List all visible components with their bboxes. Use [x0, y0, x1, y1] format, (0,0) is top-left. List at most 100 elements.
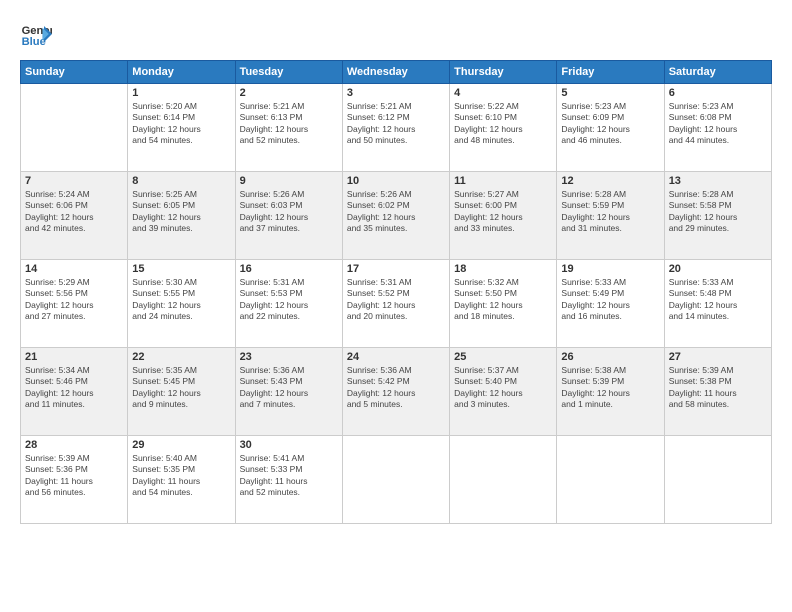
week-row-2: 7Sunrise: 5:24 AMSunset: 6:06 PMDaylight… — [21, 172, 772, 260]
day-number: 21 — [25, 351, 123, 363]
calendar-cell: 29Sunrise: 5:40 AMSunset: 5:35 PMDayligh… — [128, 436, 235, 524]
day-number: 3 — [347, 87, 445, 99]
day-number: 16 — [240, 263, 338, 275]
logo-icon: General Blue — [20, 18, 52, 50]
day-info: Sunrise: 5:31 AMSunset: 5:53 PMDaylight:… — [240, 277, 338, 323]
day-info: Sunrise: 5:40 AMSunset: 5:35 PMDaylight:… — [132, 453, 230, 499]
calendar-cell: 9 Sunrise: 5:26 AMSunset: 6:03 PMDaylight… — [235, 172, 342, 260]
week-row-4: 21 Sunrise: 5:34 AMSunset: 5:46 PMDayligh… — [21, 348, 772, 436]
week-row-1: 1 Sunrise: 5:20 AMSunset: 6:14 PMDaylight… — [21, 84, 772, 172]
day-number: 6 — [669, 87, 767, 99]
day-number: 7 — [25, 175, 123, 187]
day-info: Sunrise: 5:23 AMSunset: 6:08 PMDaylight:… — [669, 101, 767, 147]
day-info: Sunrise: 5:33 AMSunset: 5:49 PMDaylight:… — [561, 277, 659, 323]
day-info: Sunrise: 5:28 AMSunset: 5:58 PMDaylight:… — [669, 189, 767, 235]
logo: General Blue — [20, 18, 52, 50]
day-number: 14 — [25, 263, 123, 275]
day-info: Sunrise: 5:26 AMSunset: 6:03 PMDaylight:… — [240, 189, 338, 235]
calendar-cell: 1 Sunrise: 5:20 AMSunset: 6:14 PMDaylight… — [128, 84, 235, 172]
day-number: 4 — [454, 87, 552, 99]
day-info: Sunrise: 5:39 AMSunset: 5:38 PMDaylight:… — [669, 365, 767, 411]
day-info: Sunrise: 5:32 AMSunset: 5:50 PMDaylight:… — [454, 277, 552, 323]
day-number: 17 — [347, 263, 445, 275]
calendar-cell: 30 Sunrise: 5:41 AMSunset: 5:33 PMDayligh… — [235, 436, 342, 524]
day-info: Sunrise: 5:20 AMSunset: 6:14 PMDaylight:… — [132, 101, 230, 147]
calendar-cell: 20 Sunrise: 5:33 AMSunset: 5:48 PMDayligh… — [664, 260, 771, 348]
day-info: Sunrise: 5:35 AMSunset: 5:45 PMDaylight:… — [132, 365, 230, 411]
svg-text:Blue: Blue — [22, 36, 46, 48]
calendar-cell: 11Sunrise: 5:27 AMSunset: 6:00 PMDayligh… — [450, 172, 557, 260]
week-row-5: 28 Sunrise: 5:39 AMSunset: 5:36 PMDayligh… — [21, 436, 772, 524]
calendar-cell — [342, 436, 449, 524]
calendar-cell: 12 Sunrise: 5:28 AMSunset: 5:59 PMDayligh… — [557, 172, 664, 260]
calendar-cell: 13 Sunrise: 5:28 AMSunset: 5:58 PMDayligh… — [664, 172, 771, 260]
day-info: Sunrise: 5:38 AMSunset: 5:39 PMDaylight:… — [561, 365, 659, 411]
day-number: 22 — [132, 351, 230, 363]
day-info: Sunrise: 5:37 AMSunset: 5:40 PMDaylight:… — [454, 365, 552, 411]
day-info: Sunrise: 5:36 AMSunset: 5:42 PMDaylight:… — [347, 365, 445, 411]
day-number: 5 — [561, 87, 659, 99]
day-info: Sunrise: 5:36 AMSunset: 5:43 PMDaylight:… — [240, 365, 338, 411]
day-number: 19 — [561, 263, 659, 275]
day-info: Sunrise: 5:22 AMSunset: 6:10 PMDaylight:… — [454, 101, 552, 147]
calendar-cell: 28 Sunrise: 5:39 AMSunset: 5:36 PMDayligh… — [21, 436, 128, 524]
day-number: 8 — [132, 175, 230, 187]
calendar-cell: 5 Sunrise: 5:23 AMSunset: 6:09 PMDaylight… — [557, 84, 664, 172]
day-number: 15 — [132, 263, 230, 275]
calendar-cell — [664, 436, 771, 524]
day-number: 25 — [454, 351, 552, 363]
day-number: 1 — [132, 87, 230, 99]
calendar-cell: 2 Sunrise: 5:21 AMSunset: 6:13 PMDaylight… — [235, 84, 342, 172]
day-info: Sunrise: 5:21 AMSunset: 6:13 PMDaylight:… — [240, 101, 338, 147]
day-info: Sunrise: 5:39 AMSunset: 5:36 PMDaylight:… — [25, 453, 123, 499]
day-number: 28 — [25, 439, 123, 451]
calendar-cell: 25 Sunrise: 5:37 AMSunset: 5:40 PMDayligh… — [450, 348, 557, 436]
day-info: Sunrise: 5:41 AMSunset: 5:33 PMDaylight:… — [240, 453, 338, 499]
day-number: 2 — [240, 87, 338, 99]
calendar: SundayMondayTuesdayWednesdayThursdayFrid… — [20, 60, 772, 524]
calendar-cell: 6 Sunrise: 5:23 AMSunset: 6:08 PMDaylight… — [664, 84, 771, 172]
day-number: 30 — [240, 439, 338, 451]
day-info: Sunrise: 5:21 AMSunset: 6:12 PMDaylight:… — [347, 101, 445, 147]
weekday-header-saturday: Saturday — [664, 61, 771, 84]
day-number: 26 — [561, 351, 659, 363]
day-number: 9 — [240, 175, 338, 187]
day-info: Sunrise: 5:34 AMSunset: 5:46 PMDaylight:… — [25, 365, 123, 411]
calendar-cell: 4 Sunrise: 5:22 AMSunset: 6:10 PMDaylight… — [450, 84, 557, 172]
day-number: 13 — [669, 175, 767, 187]
day-info: Sunrise: 5:29 AMSunset: 5:56 PMDaylight:… — [25, 277, 123, 323]
calendar-cell: 14 Sunrise: 5:29 AMSunset: 5:56 PMDayligh… — [21, 260, 128, 348]
calendar-cell: 22 Sunrise: 5:35 AMSunset: 5:45 PMDayligh… — [128, 348, 235, 436]
day-number: 24 — [347, 351, 445, 363]
calendar-cell: 27Sunrise: 5:39 AMSunset: 5:38 PMDayligh… — [664, 348, 771, 436]
calendar-cell: 19 Sunrise: 5:33 AMSunset: 5:49 PMDayligh… — [557, 260, 664, 348]
calendar-cell — [21, 84, 128, 172]
day-info: Sunrise: 5:26 AMSunset: 6:02 PMDaylight:… — [347, 189, 445, 235]
calendar-cell: 10 Sunrise: 5:26 AMSunset: 6:02 PMDayligh… — [342, 172, 449, 260]
day-info: Sunrise: 5:25 AMSunset: 6:05 PMDaylight:… — [132, 189, 230, 235]
calendar-cell: 7Sunrise: 5:24 AMSunset: 6:06 PMDaylight… — [21, 172, 128, 260]
day-info: Sunrise: 5:31 AMSunset: 5:52 PMDaylight:… — [347, 277, 445, 323]
day-info: Sunrise: 5:27 AMSunset: 6:00 PMDaylight:… — [454, 189, 552, 235]
calendar-cell — [450, 436, 557, 524]
weekday-header-friday: Friday — [557, 61, 664, 84]
weekday-header-tuesday: Tuesday — [235, 61, 342, 84]
day-info: Sunrise: 5:33 AMSunset: 5:48 PMDaylight:… — [669, 277, 767, 323]
day-info: Sunrise: 5:23 AMSunset: 6:09 PMDaylight:… — [561, 101, 659, 147]
day-number: 10 — [347, 175, 445, 187]
calendar-cell: 26 Sunrise: 5:38 AMSunset: 5:39 PMDayligh… — [557, 348, 664, 436]
day-info: Sunrise: 5:28 AMSunset: 5:59 PMDaylight:… — [561, 189, 659, 235]
day-info: Sunrise: 5:30 AMSunset: 5:55 PMDaylight:… — [132, 277, 230, 323]
weekday-header-thursday: Thursday — [450, 61, 557, 84]
calendar-cell: 8 Sunrise: 5:25 AMSunset: 6:05 PMDaylight… — [128, 172, 235, 260]
day-number: 23 — [240, 351, 338, 363]
day-number: 20 — [669, 263, 767, 275]
day-number: 12 — [561, 175, 659, 187]
page-header: General Blue — [20, 18, 772, 50]
weekday-header-sunday: Sunday — [21, 61, 128, 84]
calendar-cell — [557, 436, 664, 524]
calendar-cell: 23 Sunrise: 5:36 AMSunset: 5:43 PMDayligh… — [235, 348, 342, 436]
calendar-cell: 18Sunrise: 5:32 AMSunset: 5:50 PMDayligh… — [450, 260, 557, 348]
calendar-cell: 3 Sunrise: 5:21 AMSunset: 6:12 PMDaylight… — [342, 84, 449, 172]
weekday-header-wednesday: Wednesday — [342, 61, 449, 84]
